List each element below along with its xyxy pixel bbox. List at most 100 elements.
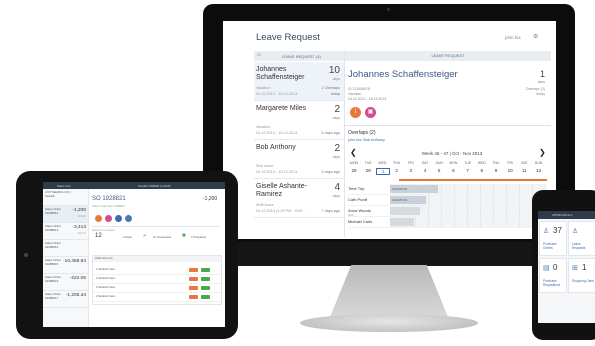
order-items-table: Order items (4) 1 Sandwich Item 2 Sandwi…: [92, 255, 222, 305]
calendar-day[interactable]: 12: [533, 168, 545, 173]
calendar-day[interactable]: 5: [433, 168, 445, 173]
phone-topbar: APPROVE ALL: [538, 211, 595, 219]
order-value: -222.05: [69, 276, 86, 281]
tile-shopping-carts[interactable]: ⊞ 1 Shopping Carts: [568, 258, 595, 293]
truck-icon: ■: [182, 233, 186, 239]
tile-label: Purchase Orders: [543, 242, 557, 250]
calendar-day[interactable]: 11: [518, 168, 530, 173]
order-list: LIST SEARCH (2) | SALES Sales Order 1928…: [43, 189, 89, 327]
status-badge: [201, 277, 210, 281]
chevron-left-icon[interactable]: ❮: [350, 148, 357, 157]
status-badge: [189, 286, 198, 290]
leave-dates: 04.12.2013 - 16.12.2013: [348, 97, 387, 101]
calendar-weekday: MON: [449, 161, 458, 165]
list-item[interactable]: Margarete Miles 2 days Vacation 04.12.20…: [254, 101, 344, 140]
request-name: Johannes Schaffensteiger: [256, 66, 305, 81]
detail-header: LEAVE REQUEST: [345, 51, 551, 61]
gantt-name: Cath Purdf: [348, 197, 368, 202]
list-item[interactable]: Giselle Ashante-Ramirez 4 days Shift lea…: [254, 179, 344, 218]
calendar-weekday: TUE: [364, 161, 372, 165]
calendar-weekday: FRI: [407, 161, 414, 165]
table-row[interactable]: 3 Sandwich Item: [93, 284, 221, 293]
tablet-topbar: Sales Ord... SALES ORDER (12345): [43, 182, 225, 189]
employee-days-label: days: [537, 80, 545, 84]
row-label: 4 Sandwich Item: [96, 295, 116, 298]
user-name[interactable]: john.fox: [505, 35, 521, 40]
calendar-weekday: WED: [378, 161, 387, 165]
calendar-day[interactable]: 8: [476, 168, 488, 173]
calendar-day[interactable]: 9: [490, 168, 502, 173]
settings-icon[interactable]: ⚙: [533, 33, 538, 40]
request-name: Bob Anthony: [256, 144, 296, 151]
request-note: 5 days ago: [321, 131, 340, 135]
calendar-weekday: THU: [392, 161, 401, 165]
gantt-name: Michael Carls: [348, 219, 373, 224]
request-type: Sick leave: [256, 164, 274, 168]
monitor-chin: [203, 242, 575, 266]
fulfilment-label: Delivery Complete: [92, 228, 115, 232]
calendar-day[interactable]: 6: [447, 168, 459, 173]
app-title: Leave Request: [256, 32, 320, 43]
calendar-weekday: FRI: [507, 161, 513, 165]
list-item[interactable]: Sales Order 19288012 -1,200 Feb 12: [43, 206, 88, 223]
order-value: -3,413: [72, 225, 86, 230]
attachment-icon[interactable]: [125, 215, 132, 222]
list-item[interactable]: Bob Anthony 2 days Sick leave 04.12.2013…: [254, 140, 344, 179]
divider: [92, 226, 220, 227]
table-row[interactable]: 1 Sandwich Item: [93, 266, 221, 275]
table-row[interactable]: 4 Sandwich Item: [93, 293, 221, 302]
tile-purchase-requisitions[interactable]: ▤ 0 Purchase Requisitions: [539, 258, 567, 293]
order-value: -1,205.44: [65, 293, 86, 298]
order-label: Sales Order 19288014: [45, 241, 62, 249]
request-type: Shift leave: [256, 203, 274, 207]
calendar-day[interactable]: 4: [419, 168, 431, 173]
request-dates: 04.12.2013 (1:00 PM - 5:00 ...: [256, 209, 307, 213]
calendar-icon[interactable]: ▣: [365, 107, 376, 118]
calendar-day[interactable]: 10: [504, 168, 516, 173]
overlaps-names[interactable]: john.fox, Bob Anthony: [348, 138, 385, 142]
fulfilment-count: 12: [95, 233, 102, 239]
people-icon[interactable]: [115, 215, 122, 222]
info-icon[interactable]: [95, 215, 102, 222]
list-item[interactable]: Sales Order 19288014: [43, 240, 88, 257]
calendar-day[interactable]: 29: [362, 168, 374, 173]
list-item[interactable]: Sales Order 19288013 -3,413 Feb 12: [43, 223, 88, 240]
tablet-top-left: Sales Ord...: [57, 184, 73, 188]
gantt-row: Michael Carls: [348, 217, 548, 228]
calendar-day[interactable]: 7: [462, 168, 474, 173]
table-row[interactable]: 2 Sandwich Item: [93, 275, 221, 284]
request-type: Vacation: [256, 125, 271, 129]
table-header: Order items (4): [93, 256, 221, 262]
list-item[interactable]: Sales Order 19288017 -1,205.44: [43, 291, 88, 308]
overlaps-when: today: [536, 92, 545, 96]
calendar-weekday: SAT: [521, 161, 528, 165]
notes-icon[interactable]: [105, 215, 112, 222]
status-badge: [201, 295, 210, 299]
request-note: 3 days ago: [321, 170, 340, 174]
calendar-day[interactable]: 1: [376, 168, 391, 175]
tile-purchase-orders[interactable]: ♙ 37 Purchase Orders: [539, 221, 567, 256]
tile-label: Purchase Requisitions: [543, 279, 561, 287]
calendar-day[interactable]: 3: [405, 168, 417, 173]
calendar-week: Week 46 - 47 | Oct - Nov 2013: [421, 151, 483, 156]
request-name: Margarete Miles: [256, 105, 307, 112]
calendar-day[interactable]: 2: [391, 168, 403, 173]
info-icon[interactable]: i: [350, 107, 361, 118]
list-item[interactable]: LIST SEARCH (2) | SALES: [43, 189, 88, 206]
list-item[interactable]: Johannes Schaffensteiger 10 days Vacatio…: [254, 62, 344, 101]
status-badge: [189, 268, 198, 272]
request-note: 7 days ago: [321, 209, 340, 213]
home-icon[interactable]: ⌂: [257, 52, 261, 58]
calendar-day[interactable]: 28: [348, 168, 360, 173]
fulfilment-prepared: 7 Prepared: [191, 235, 206, 239]
tile-leave-requests[interactable]: ♙ Leave Requests: [568, 221, 595, 256]
chevron-right-icon[interactable]: ❯: [539, 148, 546, 157]
calendar-weekday: THU: [492, 161, 500, 165]
employee-id: ID 123456678: [348, 87, 370, 91]
desktop-monitor: Leave Request john.fox ⚙ ⌂ LEAVE REQUEST…: [203, 4, 575, 266]
request-overlaps: 2 Overlaps: [321, 86, 340, 90]
order-label: Sales Order 19288012: [45, 207, 62, 215]
list-item[interactable]: Sales Order 19288015 -10,458.94: [43, 257, 88, 274]
list-item[interactable]: Sales Order 19288016 -222.05: [43, 274, 88, 291]
request-days-label: days: [332, 194, 340, 198]
